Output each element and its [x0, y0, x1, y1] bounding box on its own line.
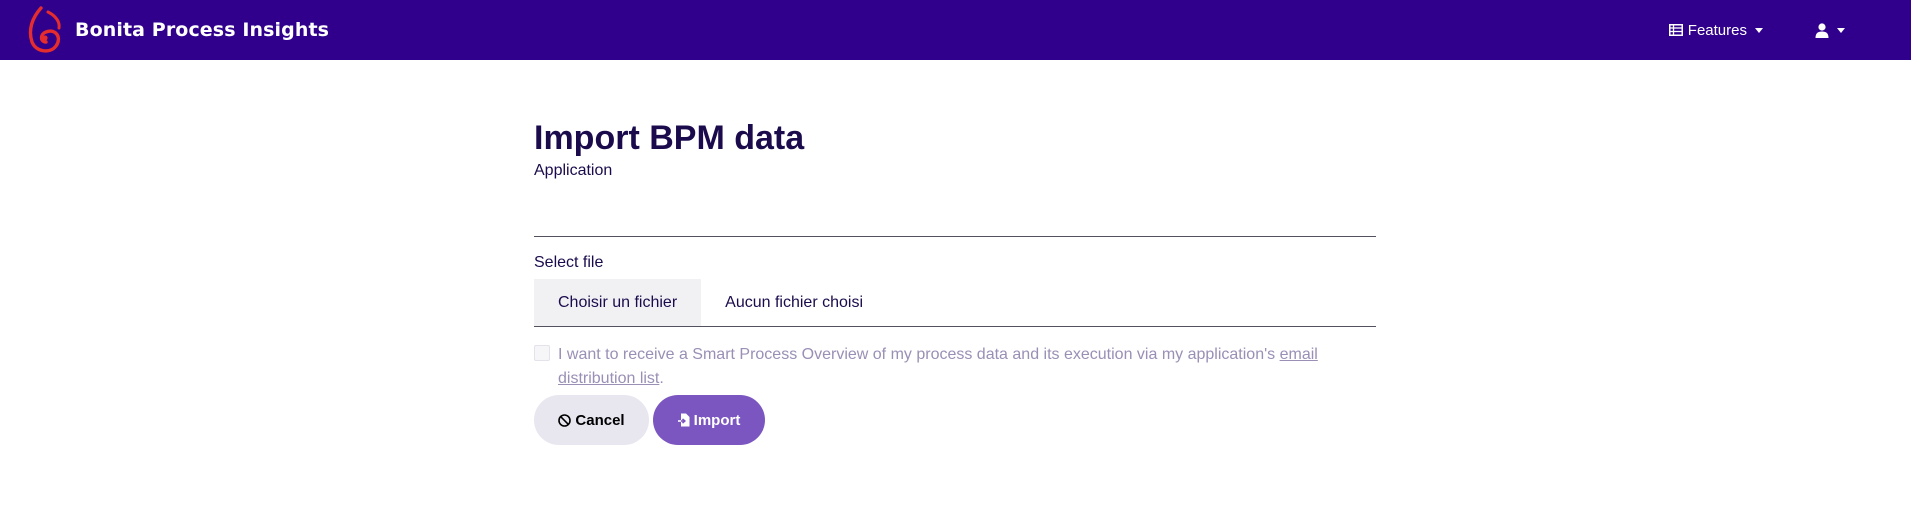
top-navbar: Bonita Process Insights Features — [0, 0, 1911, 60]
file-import-icon — [677, 413, 690, 427]
chevron-down-icon — [1837, 27, 1845, 33]
cancel-button[interactable]: Cancel — [534, 395, 649, 445]
user-menu-toggle[interactable] — [1815, 22, 1845, 38]
chevron-down-icon — [1755, 27, 1763, 33]
import-label: Import — [693, 411, 741, 429]
select-file-label: Select file — [534, 254, 604, 271]
file-status: Aucun fichier choisi — [725, 293, 863, 311]
consent-text-suffix: . — [659, 370, 664, 387]
navbar-right: Features — [1668, 0, 1911, 60]
cancel-label: Cancel — [575, 411, 625, 429]
form-actions: Cancel Import — [534, 395, 1376, 445]
features-label: Features — [1687, 21, 1747, 39]
features-menu-toggle[interactable]: Features — [1668, 21, 1763, 39]
application-input[interactable] — [534, 181, 1376, 237]
brand[interactable]: Bonita Process Insights — [26, 6, 329, 54]
consent-text: I want to receive a Smart Process Overvi… — [558, 343, 1348, 391]
brand-name: Bonita Process Insights — [75, 19, 330, 41]
page-title: Import BPM data — [534, 119, 805, 157]
user-icon — [1815, 22, 1829, 38]
bonita-logo-icon — [28, 6, 61, 53]
consent-text-body: I want to receive a Smart Process Overvi… — [558, 346, 1280, 363]
file-input: Choisir un fichier Aucun fichier choisi — [534, 279, 1376, 327]
table-icon — [1668, 24, 1683, 36]
choose-file-button[interactable]: Choisir un fichier — [534, 279, 702, 326]
consent-row: I want to receive a Smart Process Overvi… — [534, 343, 1376, 391]
application-label: Application — [534, 162, 613, 179]
ban-icon — [558, 413, 572, 427]
consent-checkbox[interactable] — [534, 345, 550, 361]
import-button[interactable]: Import — [653, 395, 765, 445]
import-form: Import BPM data Application Select file … — [534, 118, 1376, 445]
